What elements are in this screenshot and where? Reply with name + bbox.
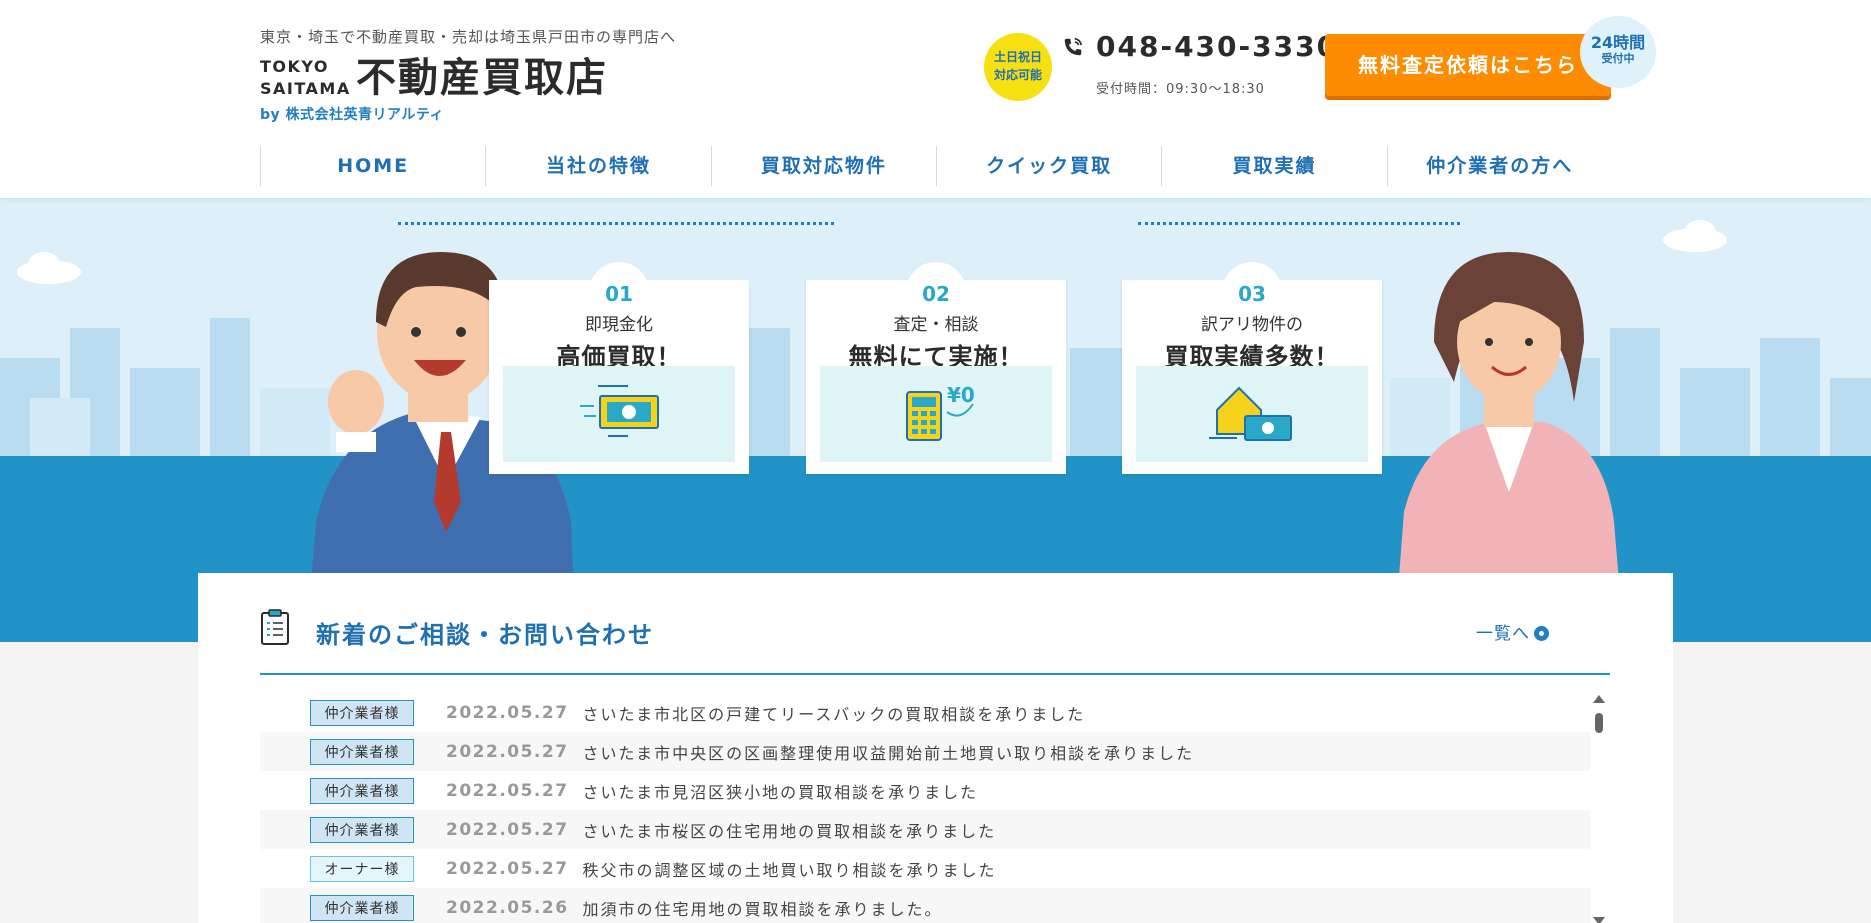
news-text: 秩父市の調整区域の土地買い取り相談を承りました <box>582 860 997 880</box>
feature-subtitle: 即現金化 <box>585 315 653 335</box>
weekend-badge-line1: 土日祝日 <box>993 50 1042 64</box>
news-text: さいたま市桜区の住宅用地の買取相談を承りました <box>582 821 997 841</box>
news-more-label: 一覧へ <box>1476 624 1530 644</box>
global-nav: HOME 当社の特徴 買取対応物件 クイック買取 買取実績 仲介業者の方へ <box>260 146 1612 186</box>
scroll-down-arrow-icon[interactable] <box>1593 917 1605 923</box>
news-more-link[interactable]: 一覧へ <box>1476 619 1549 644</box>
news-scrollbar[interactable] <box>1592 695 1606 923</box>
news-item[interactable]: 仲介業者様 2022.05.26 加須市の住宅用地の買取相談を承りました。 <box>260 888 1590 923</box>
category-tag: 仲介業者様 <box>310 699 414 726</box>
feature-number: 01 <box>605 282 633 306</box>
feature-card-3: 03 訳アリ物件の 買取実績多数！ <box>1122 262 1382 474</box>
feature-number: 02 <box>922 282 950 306</box>
news-item[interactable]: 仲介業者様 2022.05.27 さいたま市見沼区狭小地の買取相談を承りました <box>260 771 1590 810</box>
svg-text:¥0: ¥0 <box>947 383 975 407</box>
company-name: by 株式会社英青リアルティ <box>260 107 445 123</box>
nav-home[interactable]: HOME <box>260 146 485 186</box>
weekend-badge: 土日祝日 対応可能 <box>984 33 1052 101</box>
arrow-circle-icon <box>1534 625 1549 641</box>
category-tag: オーナー様 <box>310 855 414 882</box>
logo-en-line1: TOKYO <box>260 57 330 76</box>
site-header: 東京・埼玉で不動産買取・売却は埼玉県戸田市の専門店へ TOKYO SAITAMA… <box>0 0 1871 198</box>
free-appraisal-button[interactable]: 無料査定依頼はこちら <box>1325 34 1611 96</box>
logo-en-line2: SAITAMA <box>260 79 351 98</box>
headline-underline <box>398 222 834 225</box>
feature-card-2: 02 査定・相談 無料にて実施！ ¥0 <box>806 262 1066 474</box>
nav-for-agents[interactable]: 仲介業者の方へ <box>1386 146 1612 186</box>
news-item[interactable]: 仲介業者様 2022.05.27 さいたま市桜区の住宅用地の買取相談を承りました <box>260 810 1590 849</box>
badge-24-line1: 24時間 <box>1590 33 1646 52</box>
news-date: 2022.05.27 <box>446 819 569 840</box>
news-item[interactable]: 仲介業者様 2022.05.27 さいたま市中央区の区画整理使用収益開始前土地買… <box>260 732 1590 771</box>
news-text: さいたま市見沼区狭小地の買取相談を承りました <box>582 782 979 802</box>
business-hours: 受付時間：09:30〜18:30 <box>1096 82 1265 97</box>
category-tag: 仲介業者様 <box>310 894 414 921</box>
badge-24-line2: 受付中 <box>1601 52 1635 65</box>
news-divider <box>260 673 1610 675</box>
scroll-up-arrow-icon[interactable] <box>1593 695 1605 703</box>
news-list: 仲介業者様 2022.05.27 さいたま市北区の戸建てリースバックの買取相談を… <box>260 693 1590 923</box>
clipboard-icon <box>261 609 289 645</box>
news-text: さいたま市北区の戸建てリースバックの買取相談を承りました <box>582 704 1086 724</box>
feature-card-1: 01 即現金化 高価買取！ <box>489 262 749 474</box>
news-date: 2022.05.27 <box>446 858 569 879</box>
site-tagline: 東京・埼玉で不動産買取・売却は埼玉県戸田市の専門店へ <box>260 28 677 46</box>
24h-badge: 24時間 受付中 <box>1580 16 1656 88</box>
category-tag: 仲介業者様 <box>310 816 414 843</box>
phone-icon <box>1064 37 1083 56</box>
news-item[interactable]: 仲介業者様 2022.05.27 さいたま市北区の戸建てリースバックの買取相談を… <box>260 693 1590 732</box>
feature-subtitle: 査定・相談 <box>893 315 979 335</box>
calculator-yen-icon: ¥0 <box>906 383 975 441</box>
nav-properties[interactable]: 買取対応物件 <box>710 146 936 186</box>
news-date: 2022.05.26 <box>446 897 569 918</box>
feature-number: 03 <box>1238 282 1266 306</box>
scroll-thumb[interactable] <box>1595 713 1603 733</box>
news-text: 加須市の住宅用地の買取相談を承りました。 <box>582 899 943 919</box>
category-tag: 仲介業者様 <box>310 738 414 765</box>
headline-underline <box>1138 222 1460 225</box>
nav-results[interactable]: 買取実績 <box>1161 146 1386 186</box>
cloud-icon <box>17 252 81 284</box>
category-tag: 仲介業者様 <box>310 777 414 804</box>
news-text: さいたま市中央区の区画整理使用収益開始前土地買い取り相談を承りました <box>582 743 1195 763</box>
feature-subtitle: 訳アリ物件の <box>1201 315 1303 335</box>
news-item[interactable]: オーナー様 2022.05.27 秩父市の調整区域の土地買い取り相談を承りました <box>260 849 1590 888</box>
cloud-icon <box>1663 220 1727 252</box>
weekend-badge-line2: 対応可能 <box>993 68 1042 82</box>
news-panel: 新着のご相談・お問い合わせ 一覧へ 仲介業者様 2022.05.27 さいたま市… <box>198 573 1673 923</box>
news-date: 2022.05.27 <box>446 780 569 801</box>
news-date: 2022.05.27 <box>446 741 569 762</box>
site-logo[interactable]: TOKYO SAITAMA 不動産買取店 <box>260 54 660 104</box>
cash-icon <box>580 385 659 437</box>
nav-features[interactable]: 当社の特徴 <box>485 146 710 186</box>
nav-quick-purchase[interactable]: クイック買取 <box>935 146 1161 186</box>
house-cash-icon <box>1209 386 1292 441</box>
phone-number[interactable]: 048-430-3330 <box>1096 30 1338 63</box>
news-date: 2022.05.27 <box>446 702 569 723</box>
logo-english: TOKYO SAITAMA <box>260 56 351 100</box>
logo-japanese: 不動産買取店 <box>356 55 608 101</box>
news-title: 新着のご相談・お問い合わせ <box>316 621 654 649</box>
